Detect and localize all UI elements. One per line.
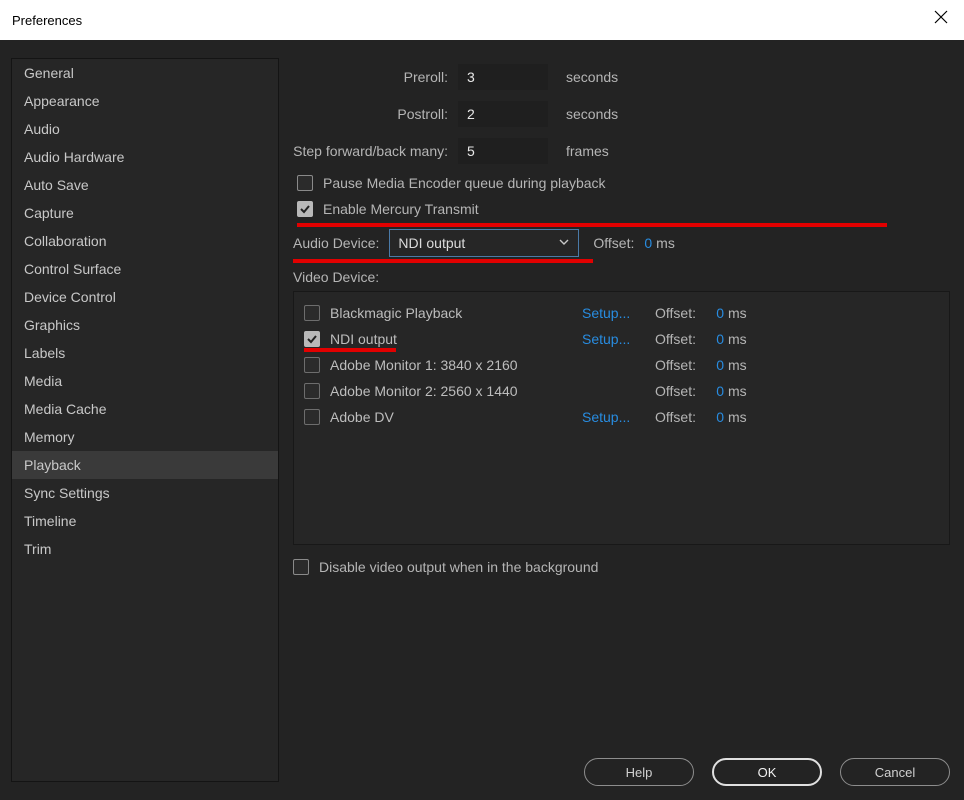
ok-button[interactable]: OK bbox=[712, 758, 822, 786]
postroll-label: Postroll: bbox=[293, 106, 458, 122]
sidebar-item-labels[interactable]: Labels bbox=[12, 339, 278, 367]
sidebar-item-capture[interactable]: Capture bbox=[12, 199, 278, 227]
sidebar-item-appearance[interactable]: Appearance bbox=[12, 87, 278, 115]
sidebar-item-collaboration[interactable]: Collaboration bbox=[12, 227, 278, 255]
disable-bg-label: Disable video output when in the backgro… bbox=[319, 559, 598, 575]
video-device-offset-label: Offset: bbox=[644, 331, 696, 347]
audio-device-label: Audio Device: bbox=[293, 235, 379, 251]
mercury-row: Enable Mercury Transmit bbox=[297, 201, 950, 217]
video-device-row: Adobe DVSetup...Offset:0ms bbox=[304, 404, 939, 430]
preroll-label: Preroll: bbox=[293, 69, 458, 85]
video-device-offset-unit: ms bbox=[728, 383, 747, 399]
video-device-offset-value[interactable]: 0 bbox=[696, 357, 724, 373]
preroll-row: Preroll: seconds bbox=[293, 58, 950, 95]
annotation-underline bbox=[293, 259, 593, 263]
video-device-setup-link[interactable]: Setup... bbox=[582, 331, 644, 347]
sidebar-item-media-cache[interactable]: Media Cache bbox=[12, 395, 278, 423]
video-device-label: Video Device: bbox=[293, 269, 950, 285]
video-device-setup-link[interactable]: Setup... bbox=[582, 409, 644, 425]
sidebar-item-audio-hardware[interactable]: Audio Hardware bbox=[12, 143, 278, 171]
video-device-offset-label: Offset: bbox=[644, 409, 696, 425]
audio-offset-unit: ms bbox=[656, 235, 675, 251]
pause-encoder-label: Pause Media Encoder queue during playbac… bbox=[323, 175, 606, 191]
video-device-offset-unit: ms bbox=[728, 331, 747, 347]
video-device-offset-value[interactable]: 0 bbox=[696, 383, 724, 399]
dialog-buttons: Help OK Cancel bbox=[584, 758, 950, 786]
video-device-offset-unit: ms bbox=[728, 409, 747, 425]
annotation-underline bbox=[297, 223, 887, 227]
postroll-row: Postroll: seconds bbox=[293, 95, 950, 132]
video-device-row: Adobe Monitor 1: 3840 x 2160 Offset:0ms bbox=[304, 352, 939, 378]
pause-encoder-checkbox[interactable] bbox=[297, 175, 313, 191]
video-device-offset-label: Offset: bbox=[644, 383, 696, 399]
sidebar-item-graphics[interactable]: Graphics bbox=[12, 311, 278, 339]
video-device-name: Adobe DV bbox=[330, 409, 582, 425]
sidebar-item-trim[interactable]: Trim bbox=[12, 535, 278, 563]
mercury-checkbox[interactable] bbox=[297, 201, 313, 217]
video-device-name: Adobe Monitor 2: 2560 x 1440 bbox=[330, 383, 582, 399]
video-device-offset-value[interactable]: 0 bbox=[696, 409, 724, 425]
sidebar-item-memory[interactable]: Memory bbox=[12, 423, 278, 451]
cancel-button[interactable]: Cancel bbox=[840, 758, 950, 786]
audio-device-select[interactable]: NDI output bbox=[389, 229, 579, 257]
video-device-offset-label: Offset: bbox=[644, 357, 696, 373]
audio-offset-label: Offset: bbox=[593, 235, 634, 251]
video-device-name: Adobe Monitor 1: 3840 x 2160 bbox=[330, 357, 582, 373]
sidebar-item-device-control[interactable]: Device Control bbox=[12, 283, 278, 311]
audio-device-value: NDI output bbox=[398, 235, 465, 251]
sidebar-item-playback[interactable]: Playback bbox=[12, 451, 278, 479]
category-sidebar: GeneralAppearanceAudioAudio HardwareAuto… bbox=[11, 58, 279, 782]
video-device-offset-unit: ms bbox=[728, 305, 747, 321]
close-button[interactable] bbox=[934, 10, 948, 24]
video-device-checkbox[interactable] bbox=[304, 383, 320, 399]
video-device-checkbox[interactable] bbox=[304, 305, 320, 321]
video-device-row: Blackmagic PlaybackSetup...Offset:0ms bbox=[304, 300, 939, 326]
sidebar-item-sync-settings[interactable]: Sync Settings bbox=[12, 479, 278, 507]
sidebar-item-timeline[interactable]: Timeline bbox=[12, 507, 278, 535]
preroll-input[interactable] bbox=[458, 64, 548, 90]
help-button[interactable]: Help bbox=[584, 758, 694, 786]
video-device-name: Blackmagic Playback bbox=[330, 305, 582, 321]
video-device-row: Adobe Monitor 2: 2560 x 1440 Offset:0ms bbox=[304, 378, 939, 404]
video-device-row: NDI outputSetup...Offset:0ms bbox=[304, 326, 939, 352]
postroll-unit: seconds bbox=[566, 106, 618, 122]
disable-bg-checkbox[interactable] bbox=[293, 559, 309, 575]
sidebar-item-audio[interactable]: Audio bbox=[12, 115, 278, 143]
step-row: Step forward/back many: frames bbox=[293, 132, 950, 169]
sidebar-item-auto-save[interactable]: Auto Save bbox=[12, 171, 278, 199]
video-device-setup-link[interactable]: Setup... bbox=[582, 305, 644, 321]
video-device-offset-label: Offset: bbox=[644, 305, 696, 321]
step-unit: frames bbox=[566, 143, 609, 159]
audio-device-row: Audio Device: NDI output Offset: 0 ms bbox=[293, 229, 950, 257]
video-device-checkbox[interactable] bbox=[304, 331, 320, 347]
video-device-offset-unit: ms bbox=[728, 357, 747, 373]
step-label: Step forward/back many: bbox=[293, 143, 458, 159]
sidebar-item-general[interactable]: General bbox=[12, 59, 278, 87]
playback-panel: Preroll: seconds Postroll: seconds Step … bbox=[279, 40, 964, 800]
titlebar: Preferences bbox=[0, 0, 964, 40]
audio-offset-value[interactable]: 0 bbox=[644, 235, 652, 251]
sidebar-item-control-surface[interactable]: Control Surface bbox=[12, 255, 278, 283]
step-input[interactable] bbox=[458, 138, 548, 164]
pause-encoder-row: Pause Media Encoder queue during playbac… bbox=[297, 175, 950, 191]
chevron-down-icon bbox=[558, 235, 570, 251]
video-device-list: Blackmagic PlaybackSetup...Offset:0msNDI… bbox=[293, 291, 950, 545]
postroll-input[interactable] bbox=[458, 101, 548, 127]
video-device-offset-value[interactable]: 0 bbox=[696, 331, 724, 347]
video-device-checkbox[interactable] bbox=[304, 409, 320, 425]
disable-bg-row: Disable video output when in the backgro… bbox=[293, 559, 950, 575]
video-device-checkbox[interactable] bbox=[304, 357, 320, 373]
video-device-offset-value[interactable]: 0 bbox=[696, 305, 724, 321]
video-device-name: NDI output bbox=[330, 331, 582, 347]
window-title: Preferences bbox=[12, 13, 82, 28]
sidebar-item-media[interactable]: Media bbox=[12, 367, 278, 395]
dialog-body: GeneralAppearanceAudioAudio HardwareAuto… bbox=[0, 40, 964, 800]
preroll-unit: seconds bbox=[566, 69, 618, 85]
mercury-label: Enable Mercury Transmit bbox=[323, 201, 479, 217]
